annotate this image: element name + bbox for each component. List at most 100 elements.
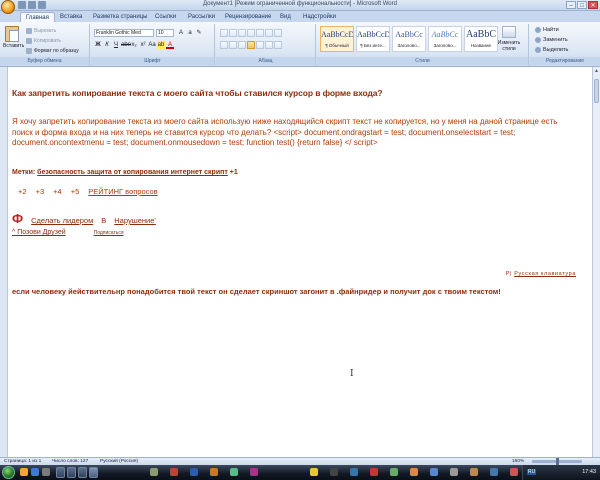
decrease-indent-icon[interactable] — [247, 29, 255, 37]
close-button[interactable]: ✕ — [588, 1, 598, 9]
replace-button[interactable]: Заменить — [535, 37, 568, 43]
word-count[interactable]: Число слов: 127 — [52, 459, 88, 464]
tab-addins[interactable]: Надстройки — [298, 12, 341, 22]
multilevel-list-icon[interactable] — [238, 29, 246, 37]
word-icon[interactable] — [190, 468, 198, 476]
paste-button[interactable]: Вставить — [3, 26, 24, 52]
style-title[interactable]: AaBbC Название — [464, 26, 498, 52]
tab-mailings[interactable]: Рассылки — [183, 12, 220, 22]
taskbar-window[interactable] — [78, 467, 87, 478]
clock[interactable]: 17:43 — [582, 469, 596, 475]
taskbar-window[interactable] — [67, 467, 76, 478]
subscribe-link[interactable]: Подписаться — [94, 230, 124, 236]
zoom-level[interactable]: 160% — [512, 459, 524, 464]
tab-insert[interactable]: Вставка — [55, 12, 87, 22]
tab-references[interactable]: Ссылки — [150, 12, 181, 22]
underline-icon[interactable]: Ч — [112, 41, 120, 49]
scroll-up-icon[interactable]: ▲ — [594, 68, 599, 74]
style-no-spacing[interactable]: AaBbCcDd ¶ Без инте... — [356, 26, 390, 52]
app-icon[interactable] — [410, 468, 418, 476]
bullets-icon[interactable] — [220, 29, 228, 37]
sort-icon[interactable] — [265, 29, 273, 37]
font-color-icon[interactable]: A — [166, 41, 174, 49]
app-icon[interactable] — [510, 468, 518, 476]
strikethrough-icon[interactable]: abe — [121, 41, 131, 49]
app-icon[interactable] — [230, 468, 238, 476]
align-center-icon[interactable] — [229, 41, 237, 49]
font-name-select[interactable]: Franklin Gothic Med — [94, 29, 154, 37]
subscript-icon[interactable]: x₂ — [130, 41, 138, 49]
vote-plus-2[interactable]: +2 — [18, 187, 27, 196]
grow-font-icon[interactable]: A — [177, 29, 185, 37]
app-icon[interactable] — [350, 468, 358, 476]
style-heading-1[interactable]: AaBbCc Заголово... — [392, 26, 426, 52]
app-icon[interactable] — [390, 468, 398, 476]
vote-plus-3[interactable]: +3 — [36, 187, 45, 196]
highlight-icon[interactable]: ab — [157, 41, 165, 49]
tags-value[interactable]: безопасность защита от копирования интер… — [37, 169, 228, 176]
media-icon[interactable] — [42, 468, 50, 476]
align-right-icon[interactable] — [238, 41, 246, 49]
app-icon[interactable] — [210, 468, 218, 476]
tab-home[interactable]: Главная — [20, 12, 55, 22]
office-button[interactable] — [1, 0, 15, 14]
page-count[interactable]: Страница: 1 из 1 — [4, 459, 41, 464]
language-indicator[interactable]: Русский (Россия) — [100, 459, 138, 464]
app-icon[interactable] — [150, 468, 158, 476]
invite-friends-link[interactable]: ^ Позови Друзей — [12, 229, 66, 236]
rating-link[interactable]: РЕЙТИНГ вопросов — [88, 187, 157, 196]
zoom-slider[interactable] — [532, 458, 582, 465]
select-button[interactable]: Выделить — [535, 47, 568, 53]
show-marks-icon[interactable] — [274, 29, 282, 37]
justify-icon[interactable] — [247, 41, 255, 49]
style-heading-2[interactable]: AaBbCc Заголово... — [428, 26, 462, 52]
app-icon[interactable] — [470, 468, 478, 476]
taskbar-window[interactable] — [56, 467, 65, 478]
app-icon[interactable] — [370, 468, 378, 476]
superscript-icon[interactable]: x² — [139, 41, 147, 49]
style-normal[interactable]: AaBbCcDd ¶ Обычный — [320, 26, 354, 52]
taskbar-window-word[interactable] — [89, 467, 98, 478]
app-icon[interactable] — [450, 468, 458, 476]
maximize-button[interactable]: □ — [577, 1, 587, 9]
app-icon[interactable] — [330, 468, 338, 476]
borders-icon[interactable] — [274, 41, 282, 49]
format-painter-button[interactable]: Формат по образцу — [26, 48, 79, 54]
line-spacing-icon[interactable] — [256, 41, 264, 49]
app-icon[interactable] — [310, 468, 318, 476]
copy-button[interactable]: Копировать — [26, 38, 61, 44]
find-button[interactable]: Найти — [535, 27, 559, 33]
align-left-icon[interactable] — [220, 41, 228, 49]
app-icon[interactable] — [490, 468, 498, 476]
violation-link[interactable]: Нарушение' — [114, 216, 156, 225]
vote-plus-4[interactable]: +4 — [53, 187, 62, 196]
shrink-font-icon[interactable]: a — [186, 29, 194, 37]
russian-keyboard-link[interactable]: Русская клавиатура — [514, 271, 576, 277]
change-case-icon[interactable]: Aa — [148, 41, 156, 49]
italic-icon[interactable]: К — [103, 41, 111, 49]
tags-plus[interactable]: +1 — [230, 169, 238, 176]
input-language[interactable]: RU — [527, 469, 537, 475]
app-icon[interactable] — [430, 468, 438, 476]
folder-icon[interactable] — [20, 468, 28, 476]
tab-view[interactable]: Вид — [275, 12, 296, 22]
shading-icon[interactable] — [265, 41, 273, 49]
cut-button[interactable]: Вырезать — [26, 28, 56, 34]
app-icon[interactable] — [250, 468, 258, 476]
tab-review[interactable]: Рецензирование — [220, 12, 276, 22]
minimize-button[interactable]: – — [566, 1, 576, 9]
change-styles-button[interactable]: Изменить стили — [494, 26, 524, 56]
clear-format-icon[interactable]: ✎ — [195, 29, 203, 37]
bold-icon[interactable]: Ж — [94, 41, 102, 49]
browser-icon[interactable] — [31, 468, 39, 476]
numbering-icon[interactable] — [229, 29, 237, 37]
increase-indent-icon[interactable] — [256, 29, 264, 37]
font-size-select[interactable]: 10 — [156, 29, 174, 37]
vertical-scrollbar[interactable]: ▲ ▼ — [592, 67, 600, 465]
start-button[interactable] — [2, 466, 15, 479]
vote-plus-5[interactable]: +5 — [71, 187, 80, 196]
tab-page-layout[interactable]: Разметка страницы — [88, 12, 152, 22]
make-leader-link[interactable]: Сделать лидером — [31, 216, 93, 225]
scroll-thumb[interactable] — [594, 79, 599, 103]
app-icon[interactable] — [170, 468, 178, 476]
